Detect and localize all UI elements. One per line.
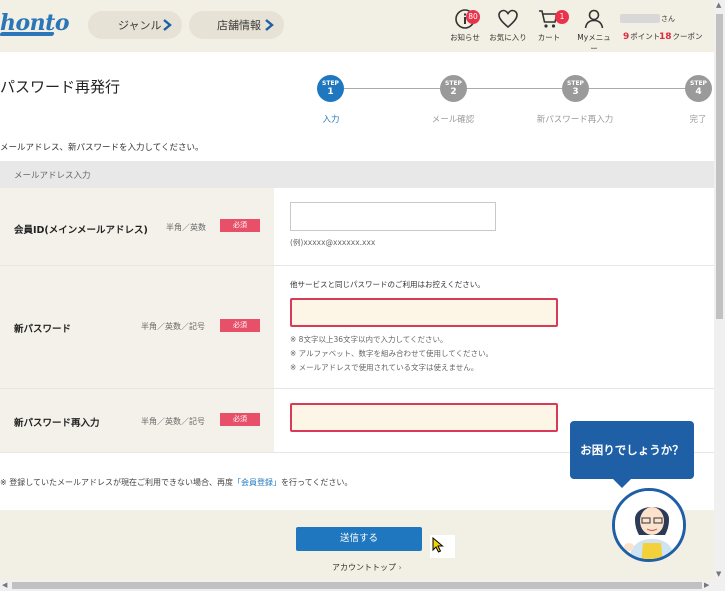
favorites-button[interactable]: お気に入り: [488, 8, 528, 43]
coupons-value: 18: [659, 32, 672, 42]
scroll-down-icon[interactable]: ▼: [716, 570, 721, 578]
confirm-password-type: 半角／英数／記号: [141, 417, 205, 426]
chevron-right-icon: ›: [398, 563, 402, 572]
step-progress-line: [344, 88, 698, 89]
mymenu-button[interactable]: Myメニュー: [574, 8, 614, 54]
user-suffix: さん: [661, 15, 675, 23]
coupons-link[interactable]: 18クーポン: [659, 31, 703, 42]
user-icon: [584, 9, 604, 29]
password-warning: 他サービスと同じパスワードのご利用はお控えください。: [290, 280, 485, 289]
coupons-label: クーポン: [672, 32, 703, 41]
scroll-up-icon[interactable]: ▲: [716, 1, 721, 9]
step-4-circle: STEP 4: [685, 75, 712, 102]
new-password-input[interactable]: [290, 298, 558, 327]
points-value: 9: [623, 32, 630, 42]
store-info-nav-button[interactable]: 店舗情報: [189, 11, 284, 39]
scroll-right-icon[interactable]: ▶: [704, 581, 709, 589]
logo-swoosh: [0, 32, 55, 36]
footnote-text-end: を行ってください。: [281, 478, 353, 487]
chevron-right-icon: [163, 19, 172, 31]
site-header: honto ジャンル 店舗情報 お知らせ 80 お気に入り カート 1 Myメニ…: [0, 0, 714, 54]
password-rule: ※ アルファベット、数字を組み合わせて使用してください。: [290, 349, 493, 358]
vertical-scrollbar[interactable]: ▲ ▼: [714, 0, 725, 580]
section-header: メールアドレス入力: [0, 161, 714, 188]
cart-badge: 1: [555, 10, 569, 24]
step-2-number: 2: [450, 87, 457, 97]
step-1-label: 入力: [322, 115, 340, 125]
step-1-number: 1: [327, 87, 334, 97]
cart-label: カート: [537, 33, 561, 42]
scroll-left-icon[interactable]: ◀: [2, 581, 7, 589]
password-rule: ※ メールアドレスで使用されている文字は使えません。: [290, 363, 479, 372]
step-3-circle: STEP 3: [562, 75, 589, 102]
step-3-label: 新パスワード再入力: [536, 115, 614, 125]
required-badge: 必須: [220, 413, 260, 426]
store-info-nav-label: 店舗情報: [217, 19, 261, 32]
instruction-text: メールアドレス、新パスワードを入力してください。: [0, 143, 204, 153]
account-top-label: アカウントトップ: [332, 563, 396, 572]
member-id-row: 会員ID(メインメールアドレス) 半角／英数 必須 (例)xxxxx@xxxxx…: [0, 188, 714, 266]
confirm-password-input[interactable]: [290, 403, 558, 432]
genre-nav-label: ジャンル: [118, 19, 162, 32]
user-name-redacted: [620, 14, 660, 23]
heart-icon: [498, 9, 518, 29]
confirm-password-label: 新パスワード再入力: [14, 418, 100, 429]
member-id-type: 半角／英数: [166, 223, 206, 232]
member-id-example: (例)xxxxx@xxxxxx.xxx: [290, 238, 376, 247]
favorites-label: お気に入り: [489, 33, 527, 42]
member-registration-link[interactable]: 「会員登録」: [233, 478, 281, 487]
support-avatar[interactable]: [612, 488, 686, 562]
new-password-row: 新パスワード 半角／英数／記号 必須 他サービスと同じパスワードのご利用はお控え…: [0, 266, 714, 389]
new-password-type: 半角／英数／記号: [141, 322, 205, 331]
page-title: パスワード再発行: [0, 78, 121, 96]
footnote: ※ 登録していたメールアドレスが現在ご利用できない場合、再度「会員登録」を行って…: [0, 477, 352, 488]
account-top-link[interactable]: アカウントトップ ›: [332, 562, 402, 573]
member-id-input[interactable]: [290, 202, 496, 231]
required-badge: 必須: [220, 319, 260, 332]
points-link[interactable]: 9ポイント: [623, 31, 660, 42]
password-rules: ※ 8文字以上36文字以内で入力してください。 ※ アルファベット、数字を組み合…: [290, 333, 493, 375]
submit-button[interactable]: 送信する: [296, 527, 422, 551]
horizontal-scrollbar[interactable]: ◀ ▶: [0, 580, 725, 591]
required-badge: 必須: [220, 219, 260, 232]
step-4-number: 4: [695, 87, 702, 97]
new-password-label: 新パスワード: [14, 324, 72, 335]
help-bubble-tail: [612, 478, 632, 488]
notifications-badge: 80: [466, 10, 480, 24]
password-rule: ※ 8文字以上36文字以内で入力してください。: [290, 335, 448, 344]
chevron-right-icon: [265, 19, 274, 31]
horizontal-scroll-thumb[interactable]: [12, 582, 702, 589]
footnote-text: ※ 登録していたメールアドレスが現在ご利用できない場合、再度: [0, 478, 234, 487]
help-bubble[interactable]: お困りでしょうか？: [570, 421, 694, 479]
genre-nav-button[interactable]: ジャンル: [88, 11, 182, 39]
mymenu-label: Myメニュー: [577, 33, 611, 53]
notifications-label: お知らせ: [450, 33, 480, 42]
step-3-number: 3: [572, 87, 579, 97]
step-2-circle: STEP 2: [440, 75, 467, 102]
step-1-circle: STEP 1: [317, 75, 344, 102]
mouse-cursor-icon: [432, 537, 444, 553]
points-label: ポイント: [630, 32, 661, 41]
step-2-label: メール確認: [431, 115, 475, 125]
section-label: メールアドレス入力: [14, 171, 91, 181]
vertical-scroll-thumb[interactable]: [716, 14, 723, 319]
